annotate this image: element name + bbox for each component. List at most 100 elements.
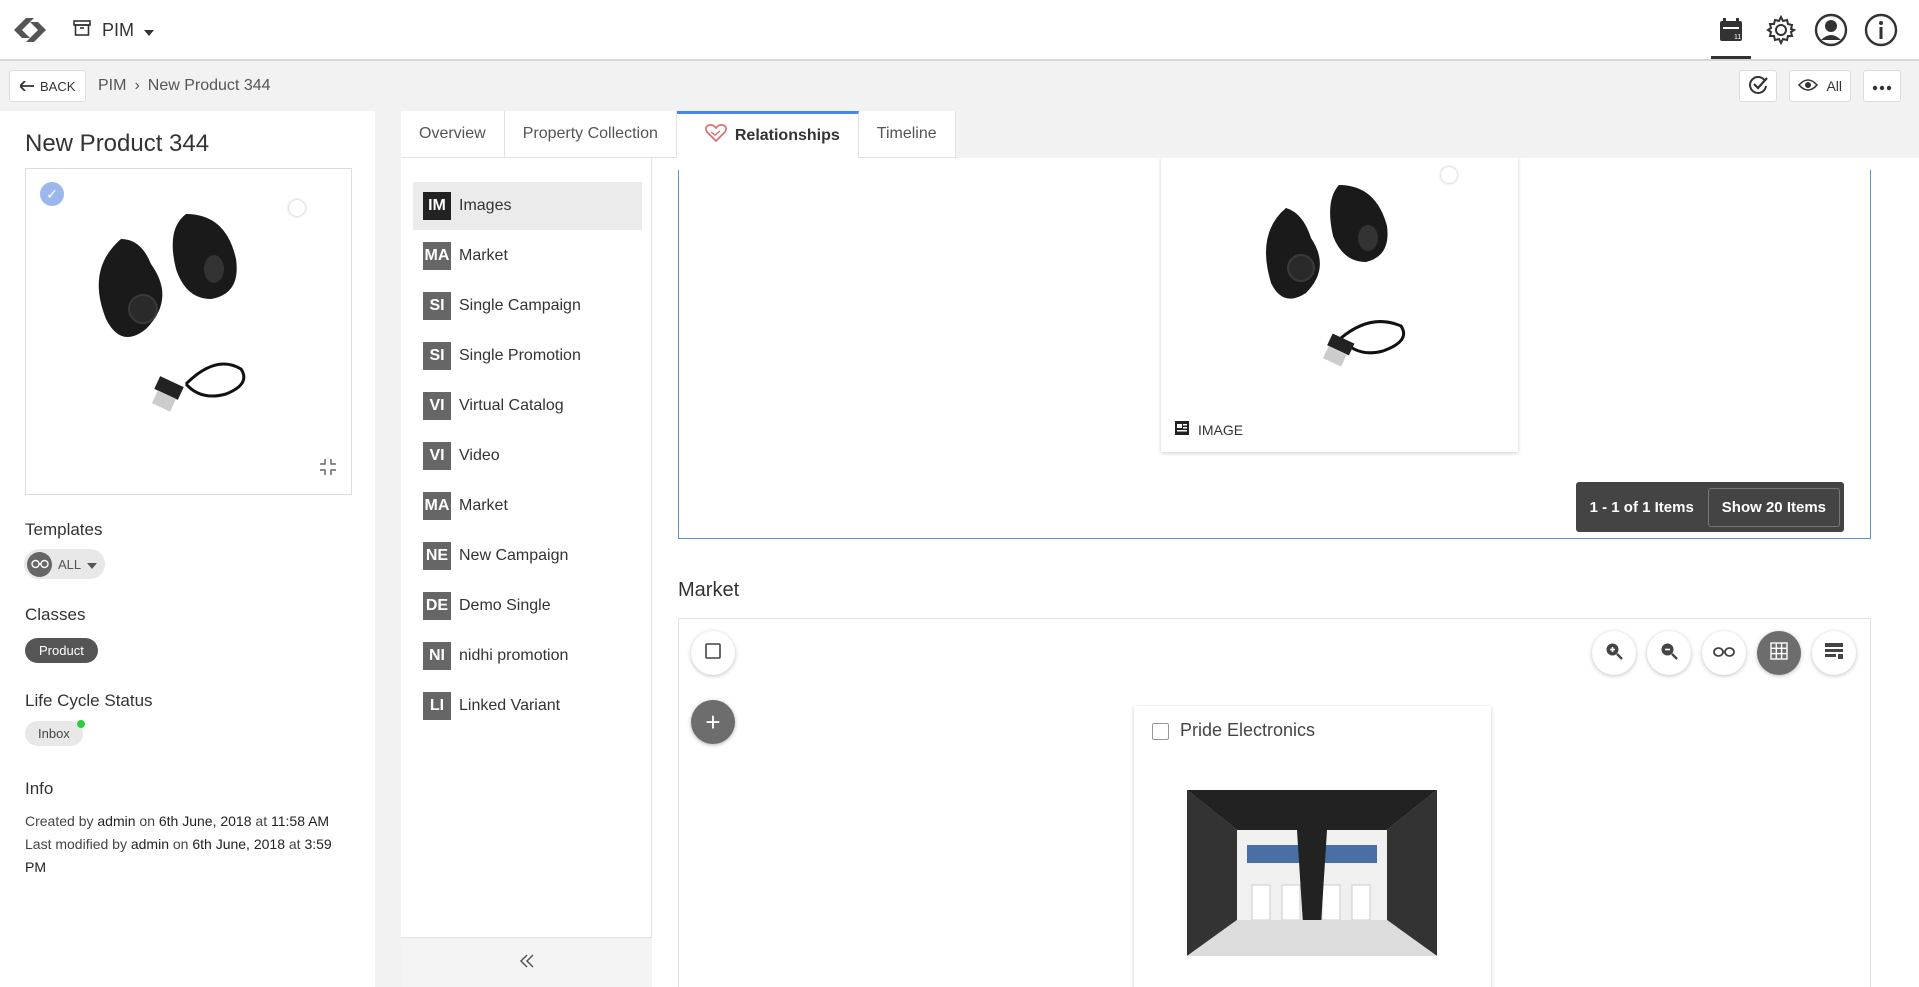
relationship-label: Images (459, 197, 512, 214)
relationship-label: Virtual Catalog (459, 397, 564, 414)
top-bar: PIM 11 (0, 0, 1919, 61)
tab-property-collection[interactable]: Property Collection (504, 111, 677, 158)
handshake-heart-icon (704, 123, 727, 148)
heart-icon[interactable] (1441, 167, 1457, 183)
market-card-checkbox[interactable] (1152, 723, 1169, 740)
created-on-word: on (139, 813, 155, 829)
relationship-code: SI (423, 342, 451, 370)
relationship-item-linked-variant[interactable]: LI Linked Variant (413, 682, 642, 730)
relationship-code: IM (423, 192, 451, 220)
plus-icon: + (705, 706, 721, 737)
created-date: 6th June, 2018 (158, 813, 252, 829)
gear-icon[interactable] (1763, 10, 1799, 50)
module-label: PIM (102, 20, 135, 40)
breadcrumb: PIM › New Product 344 (98, 77, 271, 95)
back-button[interactable]: BACK (9, 70, 87, 102)
collapse-list-button[interactable] (401, 937, 652, 987)
relationship-label: Market (459, 497, 508, 514)
svg-text:11: 11 (1734, 34, 1741, 41)
list-view-button[interactable] (1812, 631, 1856, 675)
caret-down-icon (144, 20, 155, 41)
tab-relationships[interactable]: Relationships (676, 111, 859, 158)
relationship-code: VI (423, 392, 451, 420)
relationship-label: Single Campaign (459, 297, 581, 314)
created-at-word: at (255, 813, 268, 829)
eye-icon (1798, 78, 1819, 95)
more-options-button[interactable] (1863, 70, 1901, 102)
earphone-image (1266, 185, 1406, 367)
created-by: admin (97, 813, 136, 829)
relationship-item-virtual-catalog[interactable]: VI Virtual Catalog (413, 382, 642, 430)
breadcrumb-item-pim[interactable]: PIM (98, 77, 126, 95)
module-switcher[interactable]: PIM (72, 18, 155, 43)
templates-label: Templates (25, 520, 103, 539)
images-section: IMAGE 1 - 1 of 1 Items Show 20 Items (678, 158, 1871, 539)
modified-date: 6th June, 2018 (192, 836, 285, 852)
classes-label: Classes (25, 605, 86, 624)
product-image[interactable]: ✓ (25, 168, 352, 495)
zoom-out-button[interactable] (1647, 631, 1691, 675)
modified-at-word: at (288, 836, 301, 852)
tab-overview[interactable]: Overview (401, 111, 505, 158)
product-title: New Product 344 (25, 130, 210, 157)
glasses-icon (1713, 645, 1735, 662)
relationship-item-images[interactable]: IM Images (413, 182, 642, 230)
relationship-item-demo-single[interactable]: DE Demo Single (413, 582, 642, 630)
checkbox-icon (705, 643, 721, 663)
relationship-item-single-promotion[interactable]: SI Single Promotion (413, 332, 642, 380)
add-button[interactable]: + (691, 700, 735, 744)
tab-timeline[interactable]: Timeline (858, 111, 956, 158)
view-filter-button[interactable]: All (1789, 70, 1851, 102)
app-logo[interactable] (8, 10, 52, 50)
relationship-item-video[interactable]: VI Video (413, 432, 642, 480)
check-status-button[interactable] (1739, 70, 1778, 102)
relationship-item-market[interactable]: MA Market (413, 232, 642, 280)
tasks-calendar-icon[interactable]: 11 (1711, 10, 1751, 59)
market-card[interactable]: Pride Electronics (1134, 706, 1491, 987)
lifecycle-label: Life Cycle Status (25, 691, 153, 710)
page-size-selector[interactable]: Show 20 Items (1707, 487, 1840, 527)
caret-down-icon (87, 557, 98, 572)
select-all-button[interactable] (691, 631, 735, 675)
template-selector[interactable]: ALL (24, 549, 106, 579)
relationship-item-market-2[interactable]: MA Market (413, 482, 642, 530)
relationship-code: SI (423, 292, 451, 320)
relationship-label: Video (459, 447, 500, 464)
grid-view-button[interactable] (1757, 631, 1801, 675)
relationship-code: LI (423, 692, 451, 720)
tab-relationships-label: Relationships (734, 126, 840, 144)
relationship-item-single-campaign[interactable]: SI Single Campaign (413, 282, 642, 330)
earphone-image (98, 214, 246, 412)
zoom-in-icon (1605, 642, 1623, 664)
image-type-icon (1174, 420, 1190, 439)
relationship-item-nidhi-promotion[interactable]: NI nidhi promotion (413, 632, 642, 680)
relationship-label: Demo Single (459, 597, 551, 614)
user-profile-icon[interactable] (1813, 10, 1849, 50)
pagination-bar: 1 - 1 of 1 Items Show 20 Items (1575, 482, 1844, 532)
info-icon[interactable] (1863, 10, 1899, 50)
check-circle-icon (1748, 75, 1769, 98)
relationship-code: NE (423, 542, 451, 570)
store-image (1187, 790, 1437, 956)
relationship-item-new-campaign[interactable]: NE New Campaign (413, 532, 642, 580)
lifecycle-status-badge[interactable]: Inbox (25, 721, 83, 746)
archive-icon (72, 18, 92, 43)
template-value: ALL (58, 556, 82, 572)
market-section: + Pride Electronics (678, 618, 1871, 987)
zoom-in-button[interactable] (1592, 631, 1636, 675)
view-filter-label: All (1826, 78, 1842, 94)
created-info: Created by admin on 6th June, 2018 at 11… (25, 810, 355, 833)
preview-button[interactable] (1702, 631, 1746, 675)
relationship-label: Single Promotion (459, 347, 581, 364)
check-icon[interactable]: ✓ (40, 182, 64, 206)
heart-icon[interactable] (289, 200, 305, 216)
collapse-icon[interactable] (319, 458, 337, 480)
info-label: Info (25, 779, 54, 798)
arrow-left-icon (18, 79, 34, 94)
market-card-name: Pride Electronics (1180, 720, 1316, 740)
modified-by: admin (130, 836, 169, 852)
relationship-code: NI (423, 642, 451, 670)
image-card[interactable]: IMAGE (1161, 158, 1518, 452)
relationship-label: nidhi promotion (459, 647, 569, 664)
class-badge[interactable]: Product (25, 638, 98, 663)
